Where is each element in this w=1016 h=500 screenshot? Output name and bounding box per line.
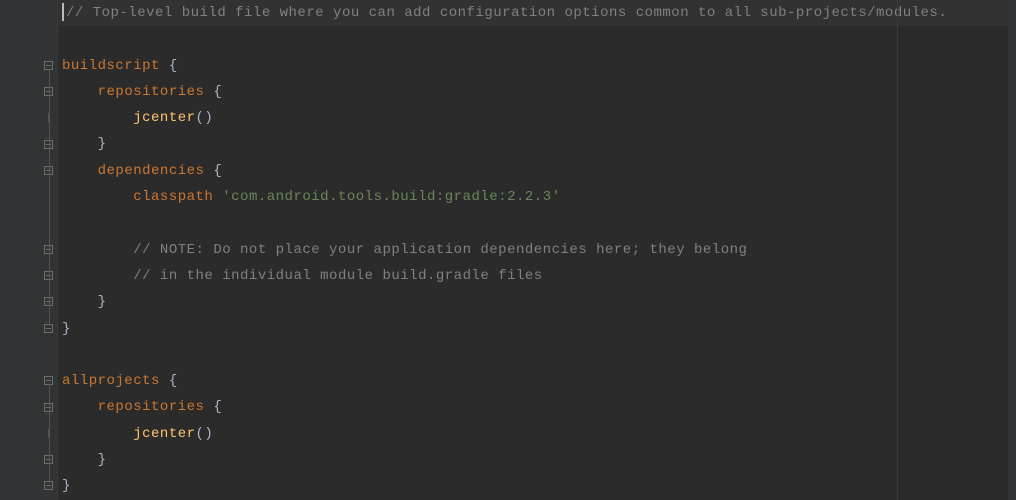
code-line[interactable] [58,342,1008,368]
function-call: jcenter [133,110,195,126]
fold-guide-line [49,95,50,142]
code-line[interactable]: // Top-level build file where you can ad… [58,0,1008,26]
code-line[interactable]: } [58,447,1008,473]
code-line[interactable]: jcenter() [58,421,1008,447]
code-line[interactable]: jcenter() [58,105,1008,131]
code-line[interactable]: allprojects { [58,368,1008,394]
brace: } [98,452,107,468]
keyword: repositories [98,84,205,100]
fold-column [43,0,57,500]
parens: () [196,426,214,442]
code-line[interactable] [58,26,1008,52]
brace: { [204,163,222,179]
code-line[interactable]: repositories { [58,394,1008,420]
brace: } [98,294,107,310]
code-line[interactable]: } [58,131,1008,157]
code-line[interactable]: classpath 'com.android.tools.build:gradl… [58,184,1008,210]
brace: { [204,399,222,415]
comment-text: // NOTE: Do not place your application d… [133,242,747,258]
keyword: classpath [133,189,213,205]
code-line[interactable]: // NOTE: Do not place your application d… [58,237,1008,263]
brace: { [204,84,222,100]
brace: } [62,321,71,337]
keyword: buildscript [62,58,160,74]
brace: { [160,58,178,74]
comment-text: // Top-level build file where you can ad… [66,5,947,21]
keyword: repositories [98,399,205,415]
brace: { [160,373,178,389]
keyword: dependencies [98,163,205,179]
comment-text: // in the individual module build.gradle… [133,268,542,284]
fold-guide-line [49,174,50,300]
code-line[interactable]: dependencies { [58,158,1008,184]
code-line[interactable]: } [58,289,1008,315]
code-line[interactable]: // in the individual module build.gradle… [58,263,1008,289]
code-editor[interactable]: // Top-level build file where you can ad… [0,0,1016,500]
parens: () [196,110,214,126]
code-line[interactable]: } [58,316,1008,342]
string-literal: 'com.android.tools.build:gradle:2.2.3' [222,189,560,205]
brace: } [98,136,107,152]
right-gutter [1008,0,1016,500]
brace: } [62,478,71,494]
right-margin-line [897,0,898,500]
code-line[interactable] [58,210,1008,236]
fold-guide-line [49,253,50,273]
code-line[interactable]: } [58,473,1008,499]
code-line[interactable]: buildscript { [58,53,1008,79]
code-area[interactable]: // Top-level build file where you can ad… [58,0,1008,500]
function-call: jcenter [133,426,195,442]
editor-gutter [0,0,58,500]
code-line[interactable]: repositories { [58,79,1008,105]
fold-guide-line [49,411,50,458]
keyword: allprojects [62,373,160,389]
